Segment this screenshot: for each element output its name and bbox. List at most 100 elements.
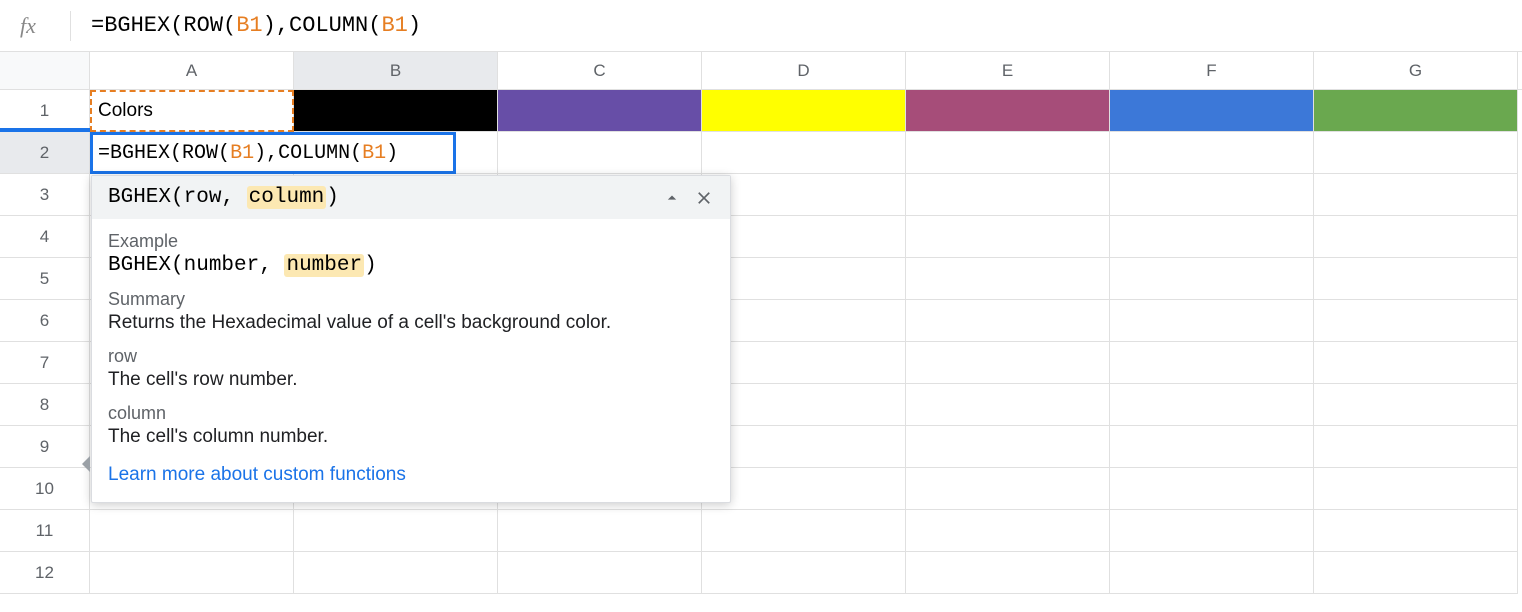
- formula-text: =BGHEX(ROW(B1),COLUMN(B1): [91, 13, 421, 38]
- row-1: 1 Colors: [0, 90, 1522, 132]
- cell-F4[interactable]: [1110, 216, 1314, 258]
- cell-D9[interactable]: [702, 426, 906, 468]
- row-header-6[interactable]: 6: [0, 300, 90, 342]
- cell-F10[interactable]: [1110, 468, 1314, 510]
- cell-D4[interactable]: [702, 216, 906, 258]
- cell-G6[interactable]: [1314, 300, 1518, 342]
- row-header-11[interactable]: 11: [0, 510, 90, 552]
- row-12: 12: [0, 552, 1522, 594]
- cell-E9[interactable]: [906, 426, 1110, 468]
- cell-C2[interactable]: [498, 132, 702, 174]
- row-header-7[interactable]: 7: [0, 342, 90, 384]
- cell-F7[interactable]: [1110, 342, 1314, 384]
- cell-E4[interactable]: [906, 216, 1110, 258]
- cell-G8[interactable]: [1314, 384, 1518, 426]
- cell-G5[interactable]: [1314, 258, 1518, 300]
- cell-G4[interactable]: [1314, 216, 1518, 258]
- row-header-3[interactable]: 3: [0, 174, 90, 216]
- cell-E12[interactable]: [906, 552, 1110, 594]
- cell-F11[interactable]: [1110, 510, 1314, 552]
- col-header-G[interactable]: G: [1314, 52, 1518, 89]
- formula-input[interactable]: =BGHEX(ROW(B1),COLUMN(B1): [91, 13, 1522, 38]
- cell-F1[interactable]: [1110, 90, 1314, 132]
- row-header-9[interactable]: 9: [0, 426, 90, 468]
- cell-A1[interactable]: Colors: [90, 90, 294, 132]
- learn-more-link[interactable]: Learn more about custom functions: [108, 464, 714, 486]
- cell-A11[interactable]: [90, 510, 294, 552]
- cell-E6[interactable]: [906, 300, 1110, 342]
- cell-E3[interactable]: [906, 174, 1110, 216]
- cell-F6[interactable]: [1110, 300, 1314, 342]
- cell-E10[interactable]: [906, 468, 1110, 510]
- summary-label: Summary: [108, 289, 714, 310]
- cell-C11[interactable]: [498, 510, 702, 552]
- cell-E2[interactable]: [906, 132, 1110, 174]
- cell-E5[interactable]: [906, 258, 1110, 300]
- cell-G9[interactable]: [1314, 426, 1518, 468]
- cell-D2[interactable]: [702, 132, 906, 174]
- col-header-E[interactable]: E: [906, 52, 1110, 89]
- cell-F5[interactable]: [1110, 258, 1314, 300]
- grid-body: 1 Colors 2 HEX codes 3 4 5: [0, 90, 1522, 594]
- row-header-1[interactable]: 1: [0, 90, 90, 132]
- row-param-text: The cell's row number.: [108, 369, 714, 391]
- cell-E11[interactable]: [906, 510, 1110, 552]
- cell-F2[interactable]: [1110, 132, 1314, 174]
- cell-editor[interactable]: =BGHEX(ROW(B1),COLUMN(B1): [90, 132, 456, 174]
- cell-G10[interactable]: [1314, 468, 1518, 510]
- cell-G11[interactable]: [1314, 510, 1518, 552]
- collapse-icon[interactable]: [662, 188, 682, 208]
- cell-F9[interactable]: [1110, 426, 1314, 468]
- cell-G12[interactable]: [1314, 552, 1518, 594]
- cell-G3[interactable]: [1314, 174, 1518, 216]
- cell-B11[interactable]: [294, 510, 498, 552]
- cell-D12[interactable]: [702, 552, 906, 594]
- cell-A12[interactable]: [90, 552, 294, 594]
- col-header-A[interactable]: A: [90, 52, 294, 89]
- row-header-5[interactable]: 5: [0, 258, 90, 300]
- editor-text: =BGHEX(ROW(B1),COLUMN(B1): [98, 142, 398, 165]
- col-header-B[interactable]: B: [294, 52, 498, 89]
- column-headers: A B C D E F G: [0, 52, 1522, 90]
- col-header-F[interactable]: F: [1110, 52, 1314, 89]
- cell-F3[interactable]: [1110, 174, 1314, 216]
- cell-D11[interactable]: [702, 510, 906, 552]
- col-header-C[interactable]: C: [498, 52, 702, 89]
- cell-F8[interactable]: [1110, 384, 1314, 426]
- cell-D6[interactable]: [702, 300, 906, 342]
- cell-D1[interactable]: [702, 90, 906, 132]
- row-11: 11: [0, 510, 1522, 552]
- cell-B12[interactable]: [294, 552, 498, 594]
- cell-D7[interactable]: [702, 342, 906, 384]
- cell-E8[interactable]: [906, 384, 1110, 426]
- tooltip-expand-arrow-icon[interactable]: [82, 456, 90, 472]
- cell-F12[interactable]: [1110, 552, 1314, 594]
- column-param-text: The cell's column number.: [108, 426, 714, 448]
- row-header-4[interactable]: 4: [0, 216, 90, 258]
- cell-G7[interactable]: [1314, 342, 1518, 384]
- fx-icon[interactable]: fx: [20, 13, 60, 39]
- cell-D5[interactable]: [702, 258, 906, 300]
- close-icon[interactable]: [694, 188, 714, 208]
- row-header-8[interactable]: 8: [0, 384, 90, 426]
- formula-bar: fx =BGHEX(ROW(B1),COLUMN(B1): [0, 0, 1522, 52]
- cell-C1[interactable]: [498, 90, 702, 132]
- row-header-10[interactable]: 10: [0, 468, 90, 510]
- tooltip-signature: BGHEX(row, column): [108, 186, 339, 209]
- tooltip-body: Example BGHEX(number, number) Summary Re…: [92, 219, 730, 502]
- cell-G1[interactable]: [1314, 90, 1518, 132]
- col-header-D[interactable]: D: [702, 52, 906, 89]
- select-all-corner[interactable]: [0, 52, 90, 89]
- cell-C12[interactable]: [498, 552, 702, 594]
- cell-B1[interactable]: [294, 90, 498, 132]
- row-param-label: row: [108, 346, 714, 367]
- cell-E7[interactable]: [906, 342, 1110, 384]
- row-header-12[interactable]: 12: [0, 552, 90, 594]
- cell-D8[interactable]: [702, 384, 906, 426]
- example-text: BGHEX(number, number): [108, 254, 714, 277]
- row-header-2[interactable]: 2: [0, 132, 90, 174]
- cell-E1[interactable]: [906, 90, 1110, 132]
- cell-D3[interactable]: [702, 174, 906, 216]
- cell-G2[interactable]: [1314, 132, 1518, 174]
- cell-D10[interactable]: [702, 468, 906, 510]
